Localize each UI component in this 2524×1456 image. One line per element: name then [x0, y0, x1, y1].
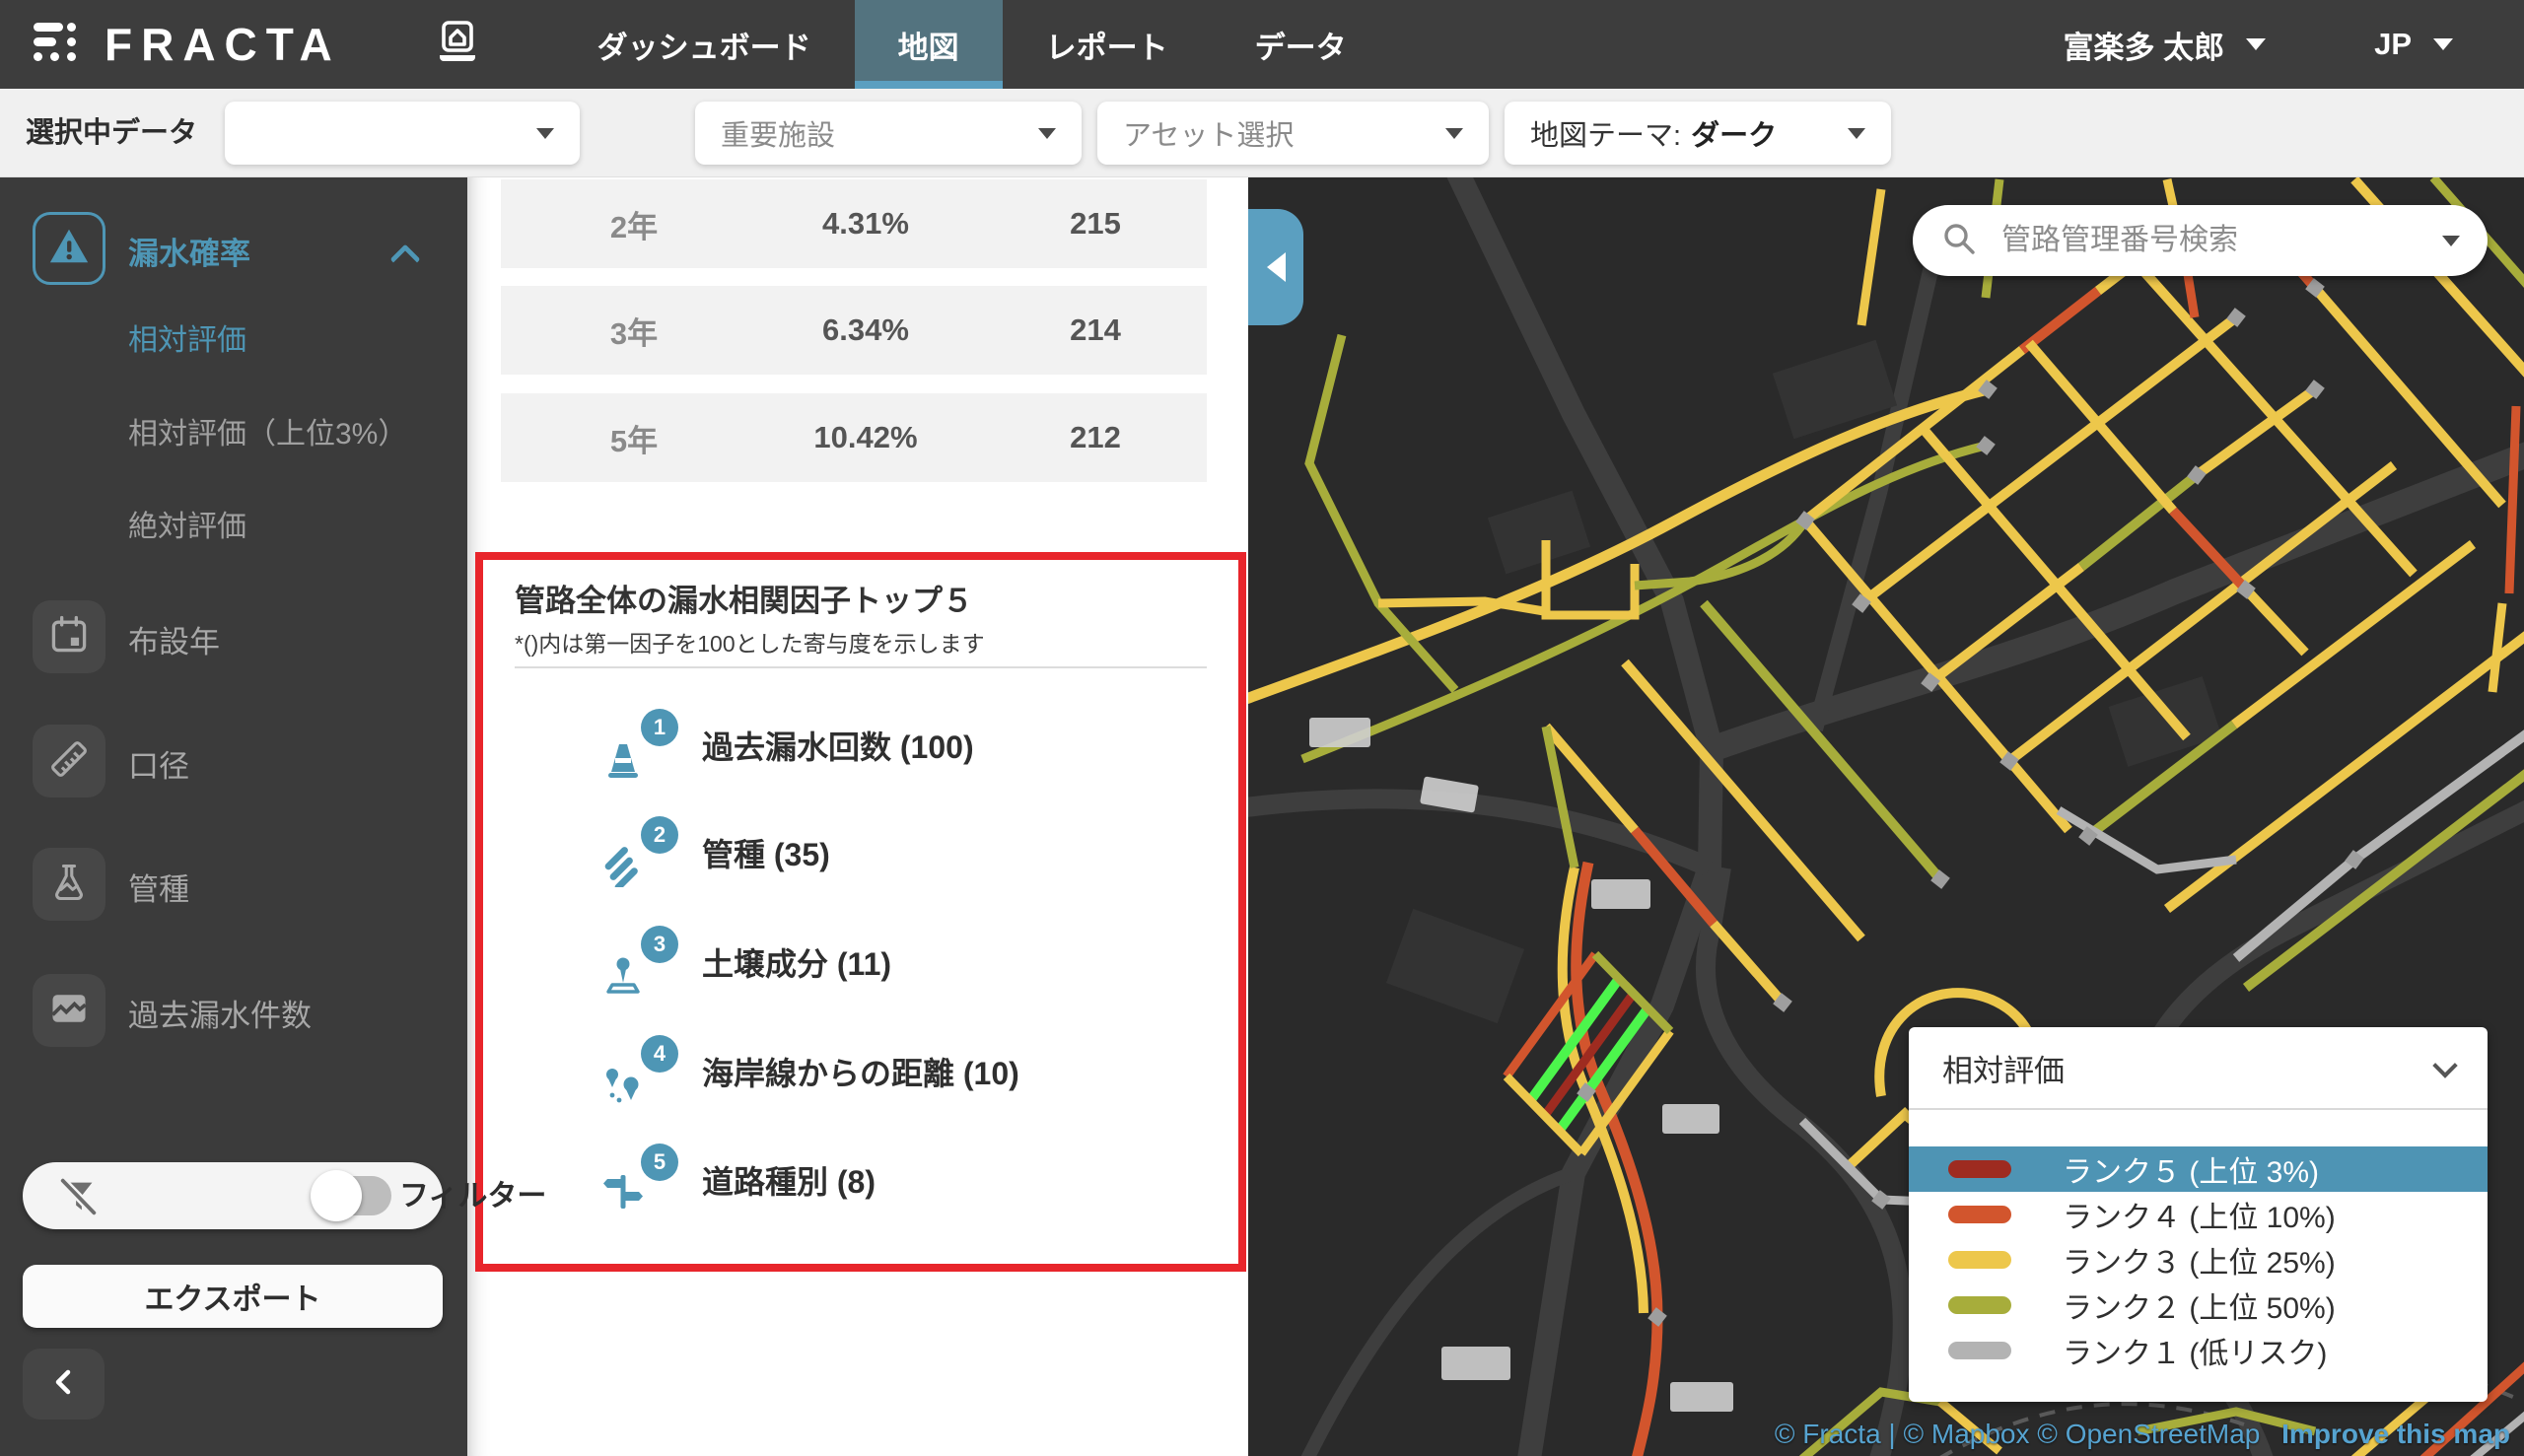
sidebar-collapse-button[interactable] — [23, 1349, 105, 1420]
caret-down-icon — [1445, 128, 1463, 139]
rank3-swatch — [1948, 1251, 2011, 1269]
export-button[interactable]: エクスポート — [23, 1265, 443, 1328]
install-year-item[interactable] — [33, 600, 105, 673]
pipe-material-item[interactable] — [33, 848, 105, 921]
search-icon — [1940, 220, 1978, 262]
leak-probability-label[interactable]: 漏水確率 — [128, 229, 250, 273]
cone-icon — [599, 732, 647, 780]
tab-report[interactable]: レポート — [1003, 0, 1212, 89]
locale-label: JP — [2374, 27, 2412, 62]
toggle-knob — [311, 1170, 362, 1221]
fracta-logo-icon — [32, 19, 79, 71]
filter-toggle-button[interactable]: フィルター — [23, 1162, 443, 1229]
chevron-left-icon — [49, 1367, 79, 1402]
brand-name: FRACTA — [105, 18, 341, 71]
map-theme-dropdown[interactable]: 地図テーマ:ダーク — [1505, 102, 1891, 165]
user-name: 富楽多 太郎 — [2063, 23, 2224, 67]
home-button[interactable] — [432, 0, 483, 89]
brand: FRACTA — [32, 0, 341, 89]
table-row: 5年 10.42% 212 — [501, 393, 1207, 482]
filter-off-icon — [56, 1174, 102, 1224]
top-factors-annotated-box: 管路全体の漏水相関因子トップ５ *()内は第一因子を100とした寄与度を示します… — [475, 552, 1246, 1272]
leak-probability-item[interactable] — [33, 212, 105, 285]
flask-icon — [47, 861, 91, 909]
road-sign-icon — [599, 1167, 647, 1214]
left-sidebar: 漏水確率 相対評価 相対評価（上位3%） 絶対評価 布設年 — [0, 177, 467, 1456]
divider — [515, 666, 1207, 668]
warning-icon — [46, 224, 92, 274]
sidebar-item-relative-eval[interactable]: 相対評価 — [128, 315, 246, 359]
factor-row: 4 海岸線からの距離 (10) — [483, 1039, 1238, 1108]
pipe-search-input[interactable] — [2001, 224, 2419, 257]
install-year-label[interactable]: 布設年 — [128, 617, 220, 661]
caret-down-icon — [536, 128, 554, 139]
top-navbar: FRACTA ダッシュボード 地図 レポート データ 富楽多 太郎 J — [0, 0, 2524, 89]
fracta-app: FRACTA ダッシュボード 地図 レポート データ 富楽多 太郎 J — [0, 0, 2524, 1456]
rank4-swatch — [1948, 1206, 2011, 1223]
legend-item-rank1[interactable]: ランク１ (低リスク) — [1909, 1328, 2488, 1373]
detail-panel: 2年 4.31% 215 3年 6.34% 214 5年 10.42% 212 … — [467, 177, 1248, 1456]
selected-data-label: 選択中データ — [26, 89, 197, 177]
chevron-up-icon[interactable] — [389, 243, 420, 274]
rank2-swatch — [1948, 1296, 2011, 1314]
chevron-down-icon — [2432, 1053, 2457, 1077]
ruler-icon — [47, 737, 91, 786]
legend-item-rank2[interactable]: ランク２ (上位 50%) — [1909, 1283, 2488, 1328]
map-pins-icon — [599, 1059, 647, 1106]
tab-map[interactable]: 地図 — [855, 0, 1003, 89]
sidebar-item-relative-eval-top3[interactable]: 相対評価（上位3%） — [128, 409, 407, 452]
history-chart-icon — [47, 987, 91, 1035]
legend-title: 相対評価 — [1942, 1046, 2065, 1090]
past-leak-count-label[interactable]: 過去漏水件数 — [128, 991, 312, 1035]
important-facility-dropdown[interactable]: 重要施設 — [695, 102, 1082, 165]
rank5-swatch — [1948, 1160, 2011, 1178]
caret-down-icon[interactable] — [2442, 236, 2460, 246]
locale-menu[interactable]: JP — [2374, 27, 2453, 62]
home-icon — [432, 17, 483, 73]
past-leak-count-item[interactable] — [33, 974, 105, 1047]
table-row: 3年 6.34% 214 — [501, 286, 1207, 375]
rank1-swatch — [1948, 1342, 2011, 1359]
tab-dashboard[interactable]: ダッシュボード — [554, 0, 855, 89]
tab-data[interactable]: データ — [1212, 0, 1390, 89]
filter-switch[interactable] — [316, 1176, 391, 1215]
navbar-right: 富楽多 太郎 JP — [2063, 0, 2453, 89]
data-select-dropdown[interactable] — [225, 102, 580, 165]
caret-down-icon — [2246, 38, 2266, 50]
calendar-icon — [47, 613, 91, 661]
filter-label: フィルター — [399, 1162, 546, 1231]
diameter-label[interactable]: 口径 — [128, 741, 189, 786]
factor-row: 5 道路種別 (8) — [483, 1147, 1238, 1216]
pipe-search — [1913, 205, 2488, 276]
map-legend: 相対評価 ランク５ (上位 3%) ランク４ (上位 10%) ランク３ (上位… — [1909, 1027, 2488, 1402]
stripes-icon — [599, 840, 647, 887]
legend-item-rank4[interactable]: ランク４ (上位 10%) — [1909, 1192, 2488, 1237]
diameter-item[interactable] — [33, 725, 105, 797]
factors-note: *()内は第一因子を100とした寄与度を示します — [515, 625, 985, 659]
factors-title: 管路全体の漏水相関因子トップ５ — [515, 576, 973, 620]
caret-down-icon — [2433, 38, 2453, 50]
panel-collapse-tab[interactable] — [1248, 209, 1303, 325]
caret-down-icon — [1848, 128, 1865, 139]
caret-down-icon — [1038, 128, 1056, 139]
legend-header[interactable]: 相対評価 — [1909, 1027, 2488, 1110]
filter-toolbar: 選択中データ 重要施設 アセット選択 地図テーマ:ダーク — [0, 89, 2524, 177]
asset-select-dropdown[interactable]: アセット選択 — [1097, 102, 1489, 165]
legend-item-rank3[interactable]: ランク３ (上位 25%) — [1909, 1237, 2488, 1283]
factor-row: 1 過去漏水回数 (100) — [483, 713, 1238, 782]
map-attribution: © Fracta | © Mapbox © OpenStreetMap Impr… — [1775, 1419, 2510, 1450]
user-menu[interactable]: 富楽多 太郎 — [2063, 23, 2266, 67]
map-label-plates — [1309, 718, 1733, 1412]
map-collapse-icon — [1267, 252, 1286, 282]
pipe-material-label[interactable]: 管種 — [128, 865, 189, 909]
table-row: 2年 4.31% 215 — [501, 179, 1207, 268]
improve-map-link[interactable]: Improve this map — [2281, 1419, 2510, 1449]
legend-item-rank5[interactable]: ランク５ (上位 3%) — [1909, 1146, 2488, 1192]
factor-row: 2 管種 (35) — [483, 820, 1238, 889]
sidebar-item-absolute-eval[interactable]: 絶対評価 — [128, 502, 246, 545]
map-canvas[interactable]: 相対評価 ランク５ (上位 3%) ランク４ (上位 10%) ランク３ (上位… — [1248, 177, 2524, 1456]
soil-icon — [599, 949, 647, 997]
factor-row: 3 土壌成分 (11) — [483, 930, 1238, 999]
main-tabs: ダッシュボード 地図 レポート データ — [554, 0, 1390, 89]
